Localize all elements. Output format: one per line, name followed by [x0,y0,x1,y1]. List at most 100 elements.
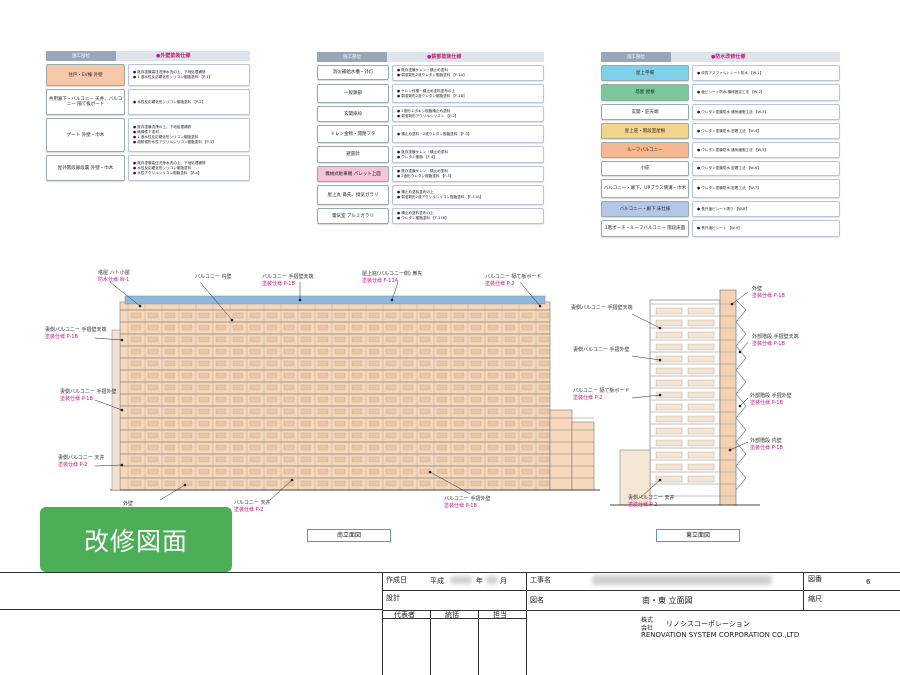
spec-table-header: 施工部位 ●鉄部塗装仕様 [317,52,544,62]
spec-description: ● ウレタン塗膜防水 密着工法 【W-7】 [692,179,840,198]
role-charge: 担当 [493,611,507,619]
callout-spec: 塗装仕様 P-1B [60,396,93,402]
spec-location: 屋上平場 [601,65,689,81]
callout-spec: 塗装仕様 F-11A [362,278,399,284]
spec-location: ルーフバルコニー [601,142,689,158]
spec-description: ● 錆止め塗料・2液ウレタン樹脂塗料 【F-3】 [392,125,544,143]
callout-location: 外部階段 内壁 [750,438,782,444]
drawing-callout: バルコニー 内壁 [195,274,232,281]
east-elevation-caption: 東立面図 [656,529,740,542]
spec-description: ● 既存塗膜ケレン・錆止め塗料 ● ウレタン樹脂 【F-4】 [392,146,544,163]
spec-row: 機械式駐車機 パレット上面 ● 既存塗膜ケレン・錆止め塗料 ● 2液形ウレタン樹脂塗… [317,166,544,182]
spec-row: ルーフバルコニー ● ウレタン塗膜防水 通気緩衝工法 【W-5】 [601,142,840,158]
drawing-callout: 妻側バルコニー 手摺壁天端 塗装仕様 P-1B [45,327,107,341]
spec-location: 機械式駐車機 パレット上面 [317,166,389,182]
callout-location: バルコニー 隔て板ボード [573,388,630,394]
spec-table-header: 施工部位 ●防水改修仕様 [601,52,840,62]
era-text: 平成 [430,577,444,585]
spec-row: 電気室 アルミガラリ ● 錆止め塗料塗布の上 ● ウレタン樹脂塗料 【F-11B】 [317,208,544,224]
spec-location: 小庇 [601,161,689,176]
spec-location: 玄関・庇天端 [601,104,689,120]
spec-description: ● ケレン作業・錆止め塗料塗布の上 ● 弱溶剤形2液ウレタン樹脂塗料 【F-1B】 [392,84,544,103]
spec-description: ● 長尺塩ビシート張り 【W-8】 [692,201,840,217]
callout-location: バルコニー 手摺壁天端 [262,274,314,280]
spec-description: ● 既存塗膜ケレン・錆止め塗料 ● 2液形ウレタン樹脂塗料 【F-5】 [392,166,544,182]
spec-line: ● 弱溶剤形2液アクリルシリコン樹脂塗料 【F-11A】 [397,195,484,199]
drawing-callout: バルコニー 隔て板ボード 塗装仕様 P-2 [485,274,542,288]
callout-spec: 塗装仕様 P-2 [58,462,88,468]
drawing-callout: 外部階段 内壁 塗装仕様 P-1B [750,438,783,452]
spec-description: ● 既存塗膜高圧洗浄水洗の上、下地処理補修 ● 水性反応硬化形シリコン樹脂塗料 ● … [128,155,250,181]
header-title: ●外壁塗装仕様 [116,51,250,61]
spec-row: バルコニー・廊下、UPプラス側溝・巾木 ● ウレタン塗膜防水 密着工法 【W-7】 [601,179,840,198]
header-label: 施工部位 [317,52,387,62]
spec-description: ● ウレタン塗膜防水 密着工法 【W-4】 [692,123,840,139]
role-supervisor: 統括 [445,611,459,619]
spec-line: ● 長尺塩ビシート張り 【W-8】 [697,206,749,211]
drawing-callout: バルコニー 手摺外壁 塗装仕様 P-1B [444,496,491,510]
header-title: ●防水改修仕様 [671,52,840,62]
spec-line: ● ウレタン塗膜防水 通気緩衝工法 【W-3】 [697,109,769,114]
exterior-wall-paint-spec-table: 施工部位 ●外壁塗装仕様住戸・EV棟 外壁 ● 既存塗膜高圧洗浄水洗の上、下地処理補… [46,51,250,181]
callout-location: バルコニー 手摺外壁 [444,496,491,502]
spec-line: ● 長尺塩ビシート 【W-9】 [697,226,742,230]
spec-line: ● 改質アスファルトシート防水 【W-1】 [697,70,764,75]
spec-location: ドレン金物・開閉フタ [317,125,389,143]
drawing-callout: 外部階段 手摺外壁 塗装仕様 P-1B [750,393,792,407]
spec-location: バルコニー・廊下、UPプラス側溝・巾木 [601,179,689,198]
spec-row: 屋外階段廊段裏 外壁・巾木 ● 既存塗膜高圧洗浄水洗の上、下地処理補修 ● 水性反応… [46,155,250,181]
spec-line: ● 水性アクリルシリコン樹脂塗料 【P-4】 [133,170,202,175]
callout-spec: 塗装仕様 P-2 [234,507,264,513]
design-label: 設計 [386,594,400,602]
spec-location: 塔屋 屋根 [601,84,689,101]
spec-description: ● ウレタン塗膜防水 通気緩衝工法 【W-3】 [692,104,840,120]
callout-spec: 塗装仕様 P-1B [752,341,785,347]
spec-description: ● 水性反応硬化形シリコン樹脂塗料 【P-2】 [128,89,250,115]
spec-description: ● ウレタン塗膜防水 通気緩衝工法 【W-5】 [692,142,840,158]
spec-row: 玄関扉枠 ● 2液形エポキシ樹脂錆止め塗料 ● 弱溶剤形アクリルシリコン 【F-2】 [317,106,544,122]
spec-line: ● 弱溶剤形2液ウレタン樹脂塗料 【F-1B】 [397,93,467,98]
spec-location: バルコニー・廊下 床仕様 [601,201,689,217]
spec-row: 住戸・EV棟 外壁 ● 既存塗膜高圧洗浄水洗の上、下地処理補修 ● 1 液水性反応硬… [46,64,250,86]
spec-line: ● 弱溶剤形アクリルシリコン 【F-2】 [397,114,459,118]
spec-line: ● ウレタン樹脂 【F-4】 [397,154,437,159]
spec-row: 避雷針 ● 既存塗膜ケレン・錆止め塗料 ● ウレタン樹脂 【F-4】 [317,146,544,163]
scale-label: 縮尺 [808,595,822,603]
title-block: 作成日 平成 年 月 設計 代表者 統括 担当 工事名 図名 南・東 立面図 株… [0,572,900,675]
header-title: ●鉄部塗装仕様 [387,52,544,62]
spec-line: ● 2液形ウレタン樹脂塗料 【F-5】 [397,174,454,178]
callout-spec: 塗装仕様 P-2 [573,395,603,401]
callout-location: バルコニー 隔て板ボード [485,274,542,280]
callout-location: 妻側バルコニー 天井 [628,495,675,501]
sheet-label: 図番 [808,575,822,583]
spec-table-header: 施工部位 ●外壁塗装仕様 [46,51,250,61]
drawing-callout: 妻側バルコニー 手摺外壁 塗装仕様 P-1B [60,389,117,403]
callout-spec: 防水仕様 W-1 [98,277,130,283]
drawing-callout: バルコニー 天井 塗装仕様 P-2 [234,500,271,514]
spec-location: 消火補給水槽・外灯 [317,65,389,80]
header-label: 施工部位 [46,51,116,61]
callout-location: 妻側バルコニー 手摺壁天端 [571,305,633,311]
south-elevation-caption: 南立面図 [307,529,391,542]
callout-spec: 塗装仕様 P-1B [444,503,477,509]
spec-row: 共用廊下・バルコニー 天井、バルコニー 隔て板ボード ● 水性反応硬化形シリコン樹… [46,89,250,115]
spec-description: ● 既存塗膜洗浄の上、下地処理補修 ● 微弾性下塗材 ● 1 液水性反応硬化形シリコ… [128,118,250,152]
callout-spec: 塗装仕様 P-1B [750,400,783,406]
spec-row: 屋上平場 ● 改質アスファルトシート防水 【W-1】 [601,65,840,81]
spec-row: 一般鉄部 ● ケレン作業・錆止め塗料塗布の上 ● 弱溶剤形2液ウレタン樹脂塗料 【F… [317,84,544,103]
drawing-callout: 外壁塗装仕様 P-1B [752,286,785,300]
drawing-callout: 屋上庇(バルコニー側) 鼻先 塗装仕様 F-11A [362,271,422,285]
drawing-callout: 妻側バルコニー 天井 塗装仕様 P-2 [628,495,675,509]
spec-description: ● 長尺塩ビシート 【W-9】 [692,220,840,237]
spec-line: ● ウレタン樹脂塗料 【F-11B】 [397,216,449,220]
spec-location: 1階ポーチ・ルーフバルコニー 階段床面 [601,220,689,237]
spec-description: ● 2液形エポキシ樹脂錆止め塗料 ● 弱溶剤形アクリルシリコン 【F-2】 [392,106,544,122]
waterproof-spec-table: 施工部位 ●防水改修仕様屋上平場 ● 改質アスファルトシート防水 【W-1】塔屋 屋… [601,52,840,237]
callout-location: 外部階段 手摺外壁 [750,393,792,399]
spec-line: ● 1 液水性反応硬化形シリコン樹脂塗料 【P-1】 [133,75,213,79]
spec-description: ● 塩ビシート防水 機械固定工法 【W-2】 [692,84,840,101]
spec-row: 玄関・庇天端 ● ウレタン塗膜防水 通気緩衝工法 【W-3】 [601,104,840,120]
spec-description: ● 改質アスファルトシート防水 【W-1】 [692,65,840,81]
renovation-drawing-badge: 改修図面 [40,507,232,572]
spec-location: 共用廊下・バルコニー 天井、バルコニー 隔て板ボード [46,89,125,115]
